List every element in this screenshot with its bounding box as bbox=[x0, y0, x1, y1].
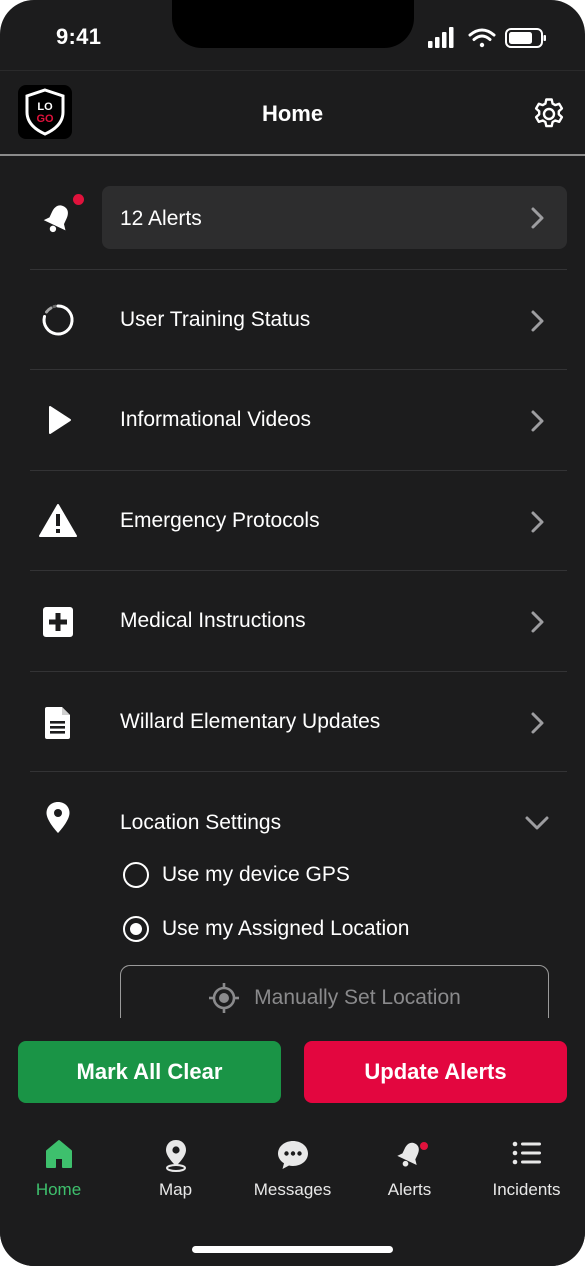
chevron-right-icon bbox=[531, 511, 544, 533]
menu-row-willard-elementary-updates[interactable]: Willard Elementary Updates bbox=[0, 672, 585, 772]
tab-messages[interactable]: Messages bbox=[234, 1136, 351, 1216]
menu-item-label: Medical Instructions bbox=[120, 609, 306, 632]
alerts-label: 12 Alerts bbox=[120, 207, 202, 230]
home-icon bbox=[0, 1138, 117, 1172]
tab-alerts[interactable]: Alerts bbox=[351, 1136, 468, 1216]
progress-spinner-icon bbox=[36, 298, 80, 342]
radio-device-gps[interactable]: Use my device GPS bbox=[123, 860, 350, 890]
location-settings-label: Location Settings bbox=[120, 811, 282, 834]
bell-icon bbox=[351, 1138, 468, 1172]
alert-notification-dot bbox=[420, 1142, 428, 1150]
document-icon bbox=[36, 701, 80, 745]
mark-all-clear-button[interactable]: Mark All Clear bbox=[18, 1041, 281, 1103]
tab-incidents[interactable]: Incidents bbox=[468, 1136, 585, 1216]
tab-label: Home bbox=[35, 1180, 82, 1199]
home-indicator bbox=[192, 1246, 393, 1253]
tab-label: Messages bbox=[253, 1180, 332, 1199]
tab-label: Map bbox=[158, 1180, 193, 1199]
radio-button-selected[interactable] bbox=[123, 916, 149, 942]
cellular-signal-icon bbox=[428, 27, 454, 48]
menu-item-label: User Training Status bbox=[120, 308, 311, 331]
menu-row-medical-instructions[interactable]: Medical Instructions bbox=[0, 571, 585, 671]
notch bbox=[172, 0, 414, 48]
menu-row-location-settings[interactable]: Location Settings bbox=[0, 772, 585, 872]
chevron-right-icon bbox=[531, 310, 544, 332]
app-header: LO GO Home bbox=[0, 70, 585, 156]
gear-icon bbox=[534, 98, 564, 128]
bottom-panel: Mark All Clear Update Alerts Home Map Me… bbox=[0, 1018, 585, 1266]
medical-cross-icon bbox=[36, 600, 80, 644]
chevron-right-icon bbox=[531, 207, 544, 229]
warning-icon bbox=[36, 499, 80, 543]
battery-icon bbox=[505, 28, 546, 48]
manual-button-label: Manually Set Location bbox=[254, 986, 461, 1009]
menu-item-label: Informational Videos bbox=[120, 408, 312, 431]
chevron-down-icon bbox=[525, 816, 549, 830]
tab-label: Alerts bbox=[387, 1180, 432, 1199]
play-icon bbox=[36, 398, 80, 442]
chevron-right-icon bbox=[531, 611, 544, 633]
menu-item-label: Willard Elementary Updates bbox=[120, 710, 381, 733]
list-icon bbox=[468, 1138, 585, 1172]
settings-button[interactable] bbox=[531, 96, 567, 132]
tab-home[interactable]: Home bbox=[0, 1136, 117, 1216]
chat-bubble-icon bbox=[234, 1138, 351, 1172]
update-alerts-button[interactable]: Update Alerts bbox=[304, 1041, 567, 1103]
alert-notification-dot bbox=[73, 194, 84, 205]
chevron-right-icon bbox=[531, 712, 544, 734]
app-screen: 9:41 LO GO Home 12 Alerts User Training … bbox=[0, 0, 585, 1266]
chevron-right-icon bbox=[531, 410, 544, 432]
crosshair-icon bbox=[209, 983, 240, 1013]
menu-row-informational-videos[interactable]: Informational Videos bbox=[0, 370, 585, 470]
tab-label: Incidents bbox=[492, 1180, 561, 1199]
status-time: 9:41 bbox=[56, 24, 102, 49]
menu-row-alerts[interactable]: 12 Alerts bbox=[0, 168, 585, 268]
tab-map[interactable]: Map bbox=[117, 1136, 234, 1216]
radio-button[interactable] bbox=[123, 862, 149, 888]
location-pin-icon bbox=[36, 796, 80, 840]
status-icons bbox=[428, 27, 546, 48]
menu-row-emergency-protocols[interactable]: Emergency Protocols bbox=[0, 471, 585, 571]
radio-assigned-location[interactable]: Use my Assigned Location bbox=[123, 914, 409, 944]
status-bar: 9:41 bbox=[0, 0, 585, 70]
page-title: Home bbox=[261, 101, 324, 126]
wifi-icon bbox=[468, 28, 496, 48]
radio-label: Use my device GPS bbox=[162, 863, 350, 886]
tab-bar: Home Map Messages Alerts Incidents bbox=[0, 1136, 585, 1216]
menu-item-label: Emergency Protocols bbox=[120, 509, 320, 532]
map-pin-icon bbox=[117, 1138, 234, 1172]
menu-row-user-training-status[interactable]: User Training Status bbox=[0, 270, 585, 370]
radio-label: Use my Assigned Location bbox=[162, 917, 410, 940]
